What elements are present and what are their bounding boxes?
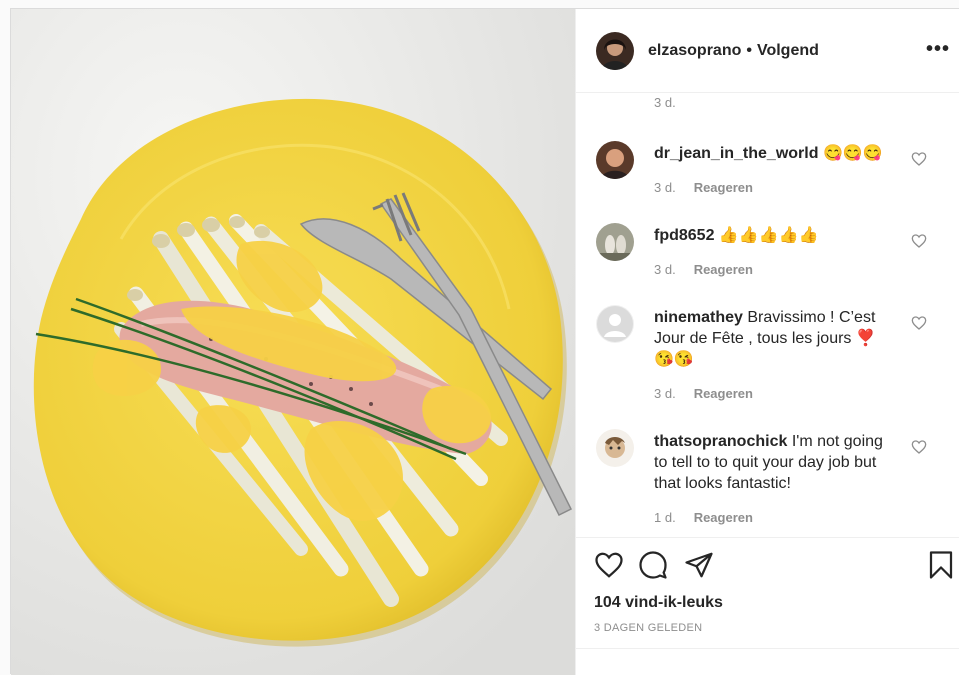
commenter-avatar[interactable] [596, 141, 634, 179]
commenter-avatar[interactable] [596, 223, 634, 261]
comment-meta: 3 d. Reageren [654, 180, 753, 195]
comment-meta: 3 d. Reageren [654, 262, 753, 277]
comment-username[interactable]: thatsopranochick [654, 433, 787, 450]
reply-button[interactable]: Reageren [694, 180, 753, 195]
comment-username[interactable]: ninemathey [654, 309, 743, 326]
comment-time: 1 d. [654, 510, 676, 525]
heart-icon[interactable] [594, 550, 624, 580]
comment-content: 👍👍👍👍👍 [718, 227, 819, 244]
post-date: 3 DAGEN GELEDEN [594, 622, 703, 634]
post-photo[interactable] [11, 9, 575, 675]
comment-icon[interactable] [638, 550, 668, 580]
comment-text: ninemathey Bravissimo ! C’est Jour de Fê… [654, 307, 894, 370]
comment-heart-icon[interactable] [911, 315, 927, 331]
reply-button[interactable]: Reageren [694, 510, 753, 525]
author-avatar[interactable] [596, 31, 634, 70]
previous-comment-time: 3 d. [654, 95, 676, 110]
commenter-avatar[interactable] [596, 429, 634, 467]
comment-text: dr_jean_in_the_world 😋😋😋 [654, 143, 894, 164]
instagram-post: elzasoprano • Volgend ••• 3 d. dr_jean_i… [10, 8, 959, 675]
more-options-icon[interactable]: ••• [926, 39, 950, 59]
follow-status-button[interactable]: Volgend [757, 42, 819, 60]
like-count[interactable]: 104 vind-ik-leuks [594, 594, 723, 612]
food-photo-illustration [11, 9, 575, 675]
comments-list[interactable]: 3 d. dr_jean_in_the_world 😋😋😋 3 d. Reager… [576, 93, 959, 537]
reply-button[interactable]: Reageren [694, 262, 753, 277]
comment-content: 😋😋😋 [822, 145, 883, 162]
author-username[interactable]: elzasoprano [648, 42, 741, 60]
comment-time: 3 d. [654, 386, 676, 401]
post-actions: 104 vind-ik-leuks 3 DAGEN GELEDEN [576, 537, 959, 675]
separator-dot: • [746, 41, 752, 59]
comment-username[interactable]: dr_jean_in_the_world [654, 145, 819, 162]
comment-text: thatsopranochick I'm not going to tell t… [654, 431, 894, 494]
comment-text: fpd8652 👍👍👍👍👍 [654, 225, 894, 246]
reply-button[interactable]: Reageren [694, 386, 753, 401]
bookmark-icon[interactable] [926, 550, 956, 580]
author-line: elzasoprano • Volgend [648, 42, 819, 60]
comment-meta: 3 d. Reageren [654, 386, 753, 401]
comment-time: 3 d. [654, 180, 676, 195]
comment-meta: 1 d. Reageren [654, 510, 753, 525]
comment-heart-icon[interactable] [911, 439, 927, 455]
comment-heart-icon[interactable] [911, 151, 927, 167]
comment-username[interactable]: fpd8652 [654, 227, 714, 244]
comment-heart-icon[interactable] [911, 233, 927, 249]
comment-time: 3 d. [654, 262, 676, 277]
post-header: elzasoprano • Volgend ••• [576, 9, 959, 93]
commenter-avatar[interactable] [596, 305, 634, 343]
share-icon[interactable] [684, 550, 714, 580]
post-sidebar: elzasoprano • Volgend ••• 3 d. dr_jean_i… [575, 9, 959, 675]
comment-box-divider [576, 648, 959, 649]
